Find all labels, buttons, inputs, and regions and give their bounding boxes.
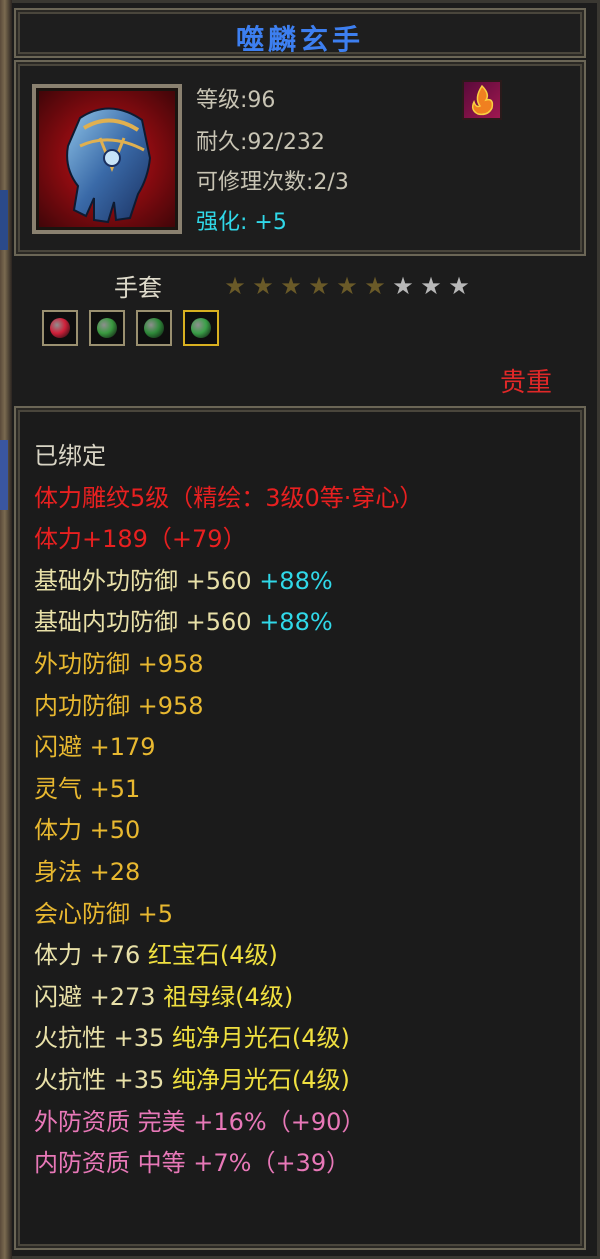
gem-stone <box>144 318 164 338</box>
item-type: 手套 <box>114 274 162 302</box>
attribute-line: 内功防御 +958 <box>34 686 204 721</box>
item-rarity: 贵重 <box>499 368 552 398</box>
gem-stone <box>191 318 211 338</box>
star-empty-icon: ★ <box>392 272 416 300</box>
star-filled-icon: ★ <box>252 272 276 300</box>
flame-icon <box>462 80 502 120</box>
gauntlet-icon <box>32 84 182 234</box>
item-type-panel: 手套 ★ ★ ★ ★ ★ ★ ★ ★ ★ 贵重 <box>14 258 586 404</box>
attribute-text: 火抗性 +35 <box>34 1024 172 1053</box>
item-durability: 耐久:92/232 <box>196 130 325 155</box>
enhance-value: +5 <box>254 210 287 235</box>
background-edge <box>0 0 12 1259</box>
attribute-line: 已绑定 <box>34 436 106 471</box>
item-enhance: 强化: +5 <box>196 204 287 236</box>
attribute-line: 基础内功防御 +560 +88% <box>34 602 333 637</box>
attribute-text: 纯净月光石(4级) <box>171 1066 350 1094</box>
background-decor <box>0 440 8 510</box>
item-repair-count: 可修理次数:2/3 <box>196 170 349 195</box>
attribute-text: 会心防御 +5 <box>34 899 174 928</box>
emerald-gem-icon[interactable] <box>89 310 125 346</box>
star-filled-icon: ★ <box>224 272 248 300</box>
attribute-line: 体力+189（+79） <box>34 519 247 554</box>
attribute-text: 体力 +50 <box>34 816 141 845</box>
attribute-text: 内功防御 +958 <box>34 691 204 720</box>
item-name: 噬麟玄手 <box>235 23 364 56</box>
attribute-text: 闪避 +273 <box>34 982 164 1011</box>
item-info-panel: 等级:96 耐久:92/232 可修理次数:2/3 强化: +5 <box>14 60 586 256</box>
attribute-line: 外防资质 完美 +16%（+90） <box>34 1102 365 1137</box>
attribute-line: 火抗性 +35 纯净月光石(4级) <box>34 1060 350 1095</box>
attribute-text: 灵气 +51 <box>34 774 141 803</box>
title-bar: 噬麟玄手 <box>14 8 586 58</box>
enhance-label: 强化: <box>196 210 248 235</box>
attribute-text: 身法 +28 <box>34 858 141 886</box>
attribute-text: 纯净月光石(4级) <box>171 1024 350 1053</box>
attribute-text: 基础内功防御 +560 <box>34 608 260 637</box>
emerald-gem-icon[interactable] <box>136 310 172 346</box>
item-level: 等级:96 <box>196 88 276 113</box>
gem-stone <box>97 318 117 338</box>
attribute-line: 会心防御 +5 <box>34 894 173 929</box>
attribute-line: 内防资质 中等 +7%（+39） <box>34 1143 350 1178</box>
attribute-text: 体力 +76 <box>34 941 148 970</box>
attribute-line: 体力 +50 <box>34 810 140 845</box>
attribute-line: 基础外功防御 +560 +88% <box>34 561 333 596</box>
gem-stone <box>50 318 70 338</box>
attribute-text: 红宝石(4级) <box>147 941 278 970</box>
attribute-text: +88% <box>259 566 333 595</box>
attribute-text: 外防资质 完美 +16%（+90） <box>34 1107 366 1136</box>
ruby-gem-icon[interactable] <box>42 310 78 346</box>
star-empty-icon: ★ <box>448 272 472 300</box>
attribute-line: 火抗性 +35 纯净月光石(4级) <box>34 1018 350 1053</box>
attribute-line: 身法 +28 <box>34 852 140 887</box>
emerald-gem-icon[interactable] <box>183 310 219 346</box>
attribute-line: 外功防御 +958 <box>34 644 204 679</box>
attribute-text: 火抗性 +35 <box>34 1066 172 1094</box>
star-filled-icon: ★ <box>364 272 388 300</box>
attribute-text: 基础外功防御 +560 <box>34 566 260 595</box>
attribute-line: 体力雕纹5级（精绘：3级0等·穿心） <box>34 478 423 513</box>
attribute-list: 已绑定体力雕纹5级（精绘：3级0等·穿心） 体力+189（+79） 基础外功防御 +… <box>14 406 586 1250</box>
attribute-line: 灵气 +51 <box>34 769 140 804</box>
star-filled-icon: ★ <box>308 272 332 300</box>
attribute-text: 已绑定 <box>34 442 106 470</box>
star-filled-icon: ★ <box>336 272 360 300</box>
attribute-text: 体力+189（+79） <box>34 525 247 554</box>
attribute-line: 闪避 +273 祖母绿(4级) <box>34 977 293 1012</box>
attribute-text: 体力雕纹5级（精绘：3级0等·穿心） <box>34 483 424 512</box>
attribute-text: 祖母绿(4级) <box>163 982 294 1011</box>
attribute-text: 外功防御 +958 <box>34 650 204 678</box>
background-decor <box>0 190 8 250</box>
attribute-text: 内防资质 中等 +7%（+39） <box>34 1149 351 1178</box>
attribute-line: 体力 +76 红宝石(4级) <box>34 935 278 970</box>
attribute-text: +88% <box>259 608 333 637</box>
attribute-line: 闪避 +179 <box>34 727 156 762</box>
attribute-text: 闪避 +179 <box>34 733 156 762</box>
star-rating: ★ ★ ★ ★ ★ ★ ★ ★ ★ <box>222 272 474 300</box>
star-filled-icon: ★ <box>280 272 304 300</box>
star-empty-icon: ★ <box>420 272 444 300</box>
